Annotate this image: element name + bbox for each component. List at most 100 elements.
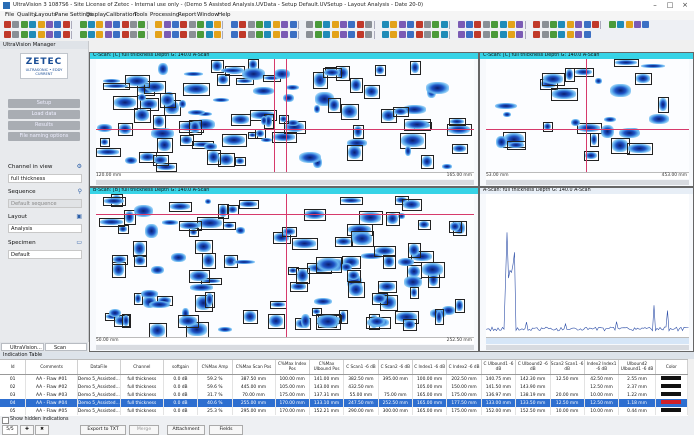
- indication-box[interactable]: [96, 148, 121, 157]
- toolbar-tool-icon[interactable]: [466, 21, 473, 28]
- toolbar-tool-icon[interactable]: [264, 21, 272, 28]
- color-cell[interactable]: [655, 374, 689, 383]
- ascan-plot[interactable]: [486, 194, 689, 337]
- toolbar-tool-icon[interactable]: [205, 21, 213, 28]
- menu-tools[interactable]: Tools: [134, 11, 148, 20]
- toolbar-tool-icon[interactable]: [382, 21, 389, 28]
- indication-box[interactable]: [282, 227, 298, 237]
- toolbar-tool-icon[interactable]: [155, 21, 163, 28]
- cscan-image-right[interactable]: [486, 59, 689, 172]
- close-button[interactable]: ×: [678, 0, 692, 11]
- toolbar-tool-icon[interactable]: [96, 21, 104, 28]
- cscan-view-top[interactable]: C-Scan: [C] full thickness Depth G: 140.…: [89, 52, 479, 187]
- toolbar-tool-icon[interactable]: [457, 21, 465, 28]
- toolbar-tool-icon[interactable]: [558, 21, 566, 28]
- toolbar-tool-icon[interactable]: [138, 21, 146, 28]
- toolbar-tool-icon[interactable]: [415, 31, 423, 38]
- toolbar-tool-icon[interactable]: [440, 21, 448, 28]
- toolbar-tool-icon[interactable]: [331, 21, 339, 28]
- indication-box[interactable]: [407, 243, 422, 259]
- ascan-view[interactable]: A-Scan: full thickness Depth G: 140.0 A-…: [479, 187, 694, 352]
- indication-box[interactable]: [207, 150, 221, 165]
- toolbar-tool-icon[interactable]: [482, 31, 490, 38]
- toolbar-tool-icon[interactable]: [188, 21, 196, 28]
- toolbar-tool-icon[interactable]: [46, 31, 53, 38]
- toolbar-tool-icon[interactable]: [407, 31, 415, 38]
- horizontal-scrollbar[interactable]: [486, 180, 689, 185]
- indication-box[interactable]: [182, 82, 210, 96]
- column-header[interactable]: DataFile: [77, 360, 121, 375]
- toolbar-tool-icon[interactable]: [583, 31, 591, 38]
- toolbar-tool-icon[interactable]: [272, 31, 280, 38]
- toolbar-tool-icon[interactable]: [264, 31, 272, 38]
- indication-box[interactable]: [371, 292, 389, 305]
- bscan-image[interactable]: [96, 194, 474, 337]
- toolbar-tool-icon[interactable]: [424, 21, 431, 28]
- column-header[interactable]: C Scan1 -6 dB: [343, 360, 379, 375]
- column-header[interactable]: Index2 Index1 -6 dB: [584, 360, 620, 375]
- column-header[interactable]: C%Max Amp: [197, 360, 233, 375]
- toolbar-tool-icon[interactable]: [104, 31, 112, 38]
- column-header[interactable]: C Index2 -6 dB: [446, 360, 482, 375]
- toolbar-tool-icon[interactable]: [390, 21, 398, 28]
- menu-quality[interactable]: Quality: [17, 11, 37, 20]
- indication-box[interactable]: [112, 254, 128, 266]
- toolbar-tool-icon[interactable]: [29, 31, 37, 38]
- toolbar-tool-icon[interactable]: [155, 31, 163, 38]
- add-indication-button[interactable]: ✚: [20, 425, 34, 435]
- indication-box[interactable]: [238, 200, 260, 210]
- indication-box[interactable]: [613, 59, 640, 67]
- indication-box[interactable]: [121, 313, 132, 328]
- color-cell[interactable]: [655, 399, 689, 407]
- toolbar-tool-icon[interactable]: [281, 31, 289, 38]
- toolbar-tool-icon[interactable]: [508, 31, 515, 38]
- cursor-line-horizontal[interactable]: [96, 129, 474, 130]
- color-cell[interactable]: [655, 383, 689, 391]
- toolbar-tool-icon[interactable]: [172, 31, 179, 38]
- toolbar-tool-icon[interactable]: [4, 21, 11, 28]
- toolbar-tool-icon[interactable]: [491, 31, 499, 38]
- table-row[interactable]: 01 AA - Flaw #01 Demo 5_Assisted... full th…: [0, 374, 689, 383]
- tab-ultravision-manager[interactable]: UltraVision...: [1, 343, 44, 351]
- indication-table[interactable]: Id Comments DataFile Channel softgain C%Max A…: [0, 359, 689, 417]
- column-header[interactable]: C%Max UIbound Pos: [309, 360, 345, 375]
- color-cell[interactable]: [655, 407, 689, 415]
- indication-box[interactable]: [295, 268, 310, 284]
- toolbar-tool-icon[interactable]: [180, 31, 188, 38]
- indication-box[interactable]: [452, 143, 468, 155]
- indication-box[interactable]: [202, 252, 216, 270]
- toolbar-tool-icon[interactable]: [331, 31, 339, 38]
- indication-box[interactable]: [626, 143, 653, 155]
- indication-box[interactable]: [550, 87, 578, 101]
- indication-box[interactable]: [658, 97, 669, 114]
- toolbar-tool-icon[interactable]: [440, 31, 448, 38]
- toolbar-tool-icon[interactable]: [256, 31, 263, 38]
- indication-box[interactable]: [279, 114, 290, 125]
- toolbar-tool-icon[interactable]: [566, 31, 574, 38]
- toolbar-tool-icon[interactable]: [356, 31, 364, 38]
- indication-box[interactable]: [316, 314, 342, 330]
- toolbar-tool-icon[interactable]: [642, 21, 650, 28]
- column-header[interactable]: C Index1 -6 dB: [412, 360, 448, 375]
- results-button[interactable]: Results: [8, 121, 80, 130]
- column-header[interactable]: C%Max Scan Pos: [232, 360, 276, 375]
- menu-processing[interactable]: Processing: [150, 11, 179, 20]
- toolbar-tool-icon[interactable]: [516, 31, 524, 38]
- sequence-icon[interactable]: ⚲: [78, 188, 82, 195]
- indication-box[interactable]: [153, 155, 169, 166]
- toolbar-tool-icon[interactable]: [424, 31, 431, 38]
- indication-box[interactable]: [157, 138, 173, 154]
- indication-box[interactable]: [421, 155, 435, 169]
- indication-box[interactable]: [339, 196, 364, 206]
- indication-box[interactable]: [242, 310, 258, 324]
- indication-box[interactable]: [401, 198, 422, 211]
- horizontal-scrollbar[interactable]: [96, 345, 474, 350]
- horizontal-scrollbar[interactable]: [96, 180, 474, 185]
- indication-box[interactable]: [180, 135, 195, 146]
- toolbar-tool-icon[interactable]: [558, 31, 566, 38]
- toolbar-tool-icon[interactable]: [130, 21, 137, 28]
- toolbar-tool-icon[interactable]: [205, 31, 213, 38]
- indication-box[interactable]: [222, 222, 237, 230]
- toolbar-tool-icon[interactable]: [62, 31, 70, 38]
- toolbar-tool-icon[interactable]: [382, 31, 389, 38]
